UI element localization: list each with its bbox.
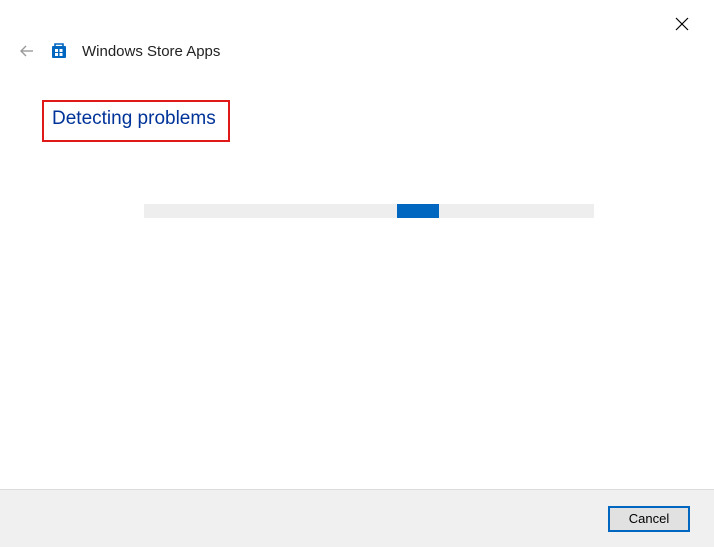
arrow-left-icon xyxy=(18,42,36,60)
progress-bar xyxy=(144,204,594,218)
progress-indicator xyxy=(397,204,439,218)
windows-store-icon xyxy=(50,42,68,60)
back-button[interactable] xyxy=(18,42,36,60)
close-icon xyxy=(675,17,689,31)
footer: Cancel xyxy=(0,489,714,547)
close-button[interactable] xyxy=(674,16,690,32)
cancel-button[interactable]: Cancel xyxy=(608,506,690,532)
header: Windows Store Apps xyxy=(18,42,220,60)
highlight-annotation: Detecting problems xyxy=(42,100,230,142)
window-title: Windows Store Apps xyxy=(82,43,220,60)
page-heading: Detecting problems xyxy=(52,108,216,130)
